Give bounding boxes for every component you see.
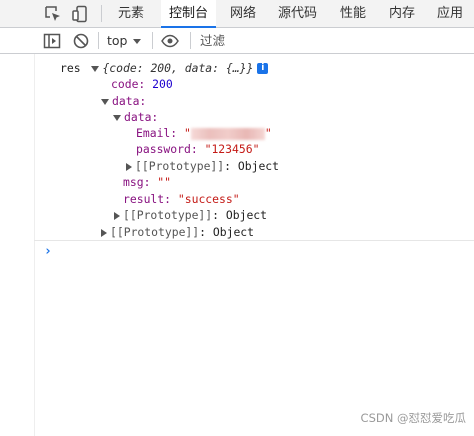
tab-application[interactable]: 应用 bbox=[437, 0, 463, 27]
prototype-label: [[Prototype]] bbox=[110, 225, 200, 239]
watermark: CSDN @怼怼爱吃瓜 bbox=[360, 411, 466, 425]
string-quote: " bbox=[264, 126, 272, 140]
prototype-label: [[Prototype]] bbox=[135, 159, 225, 173]
property-data[interactable]: data: bbox=[101, 93, 146, 109]
clear-console-icon[interactable] bbox=[72, 32, 90, 50]
property-key: code: bbox=[111, 77, 146, 91]
tab-elements[interactable]: 元素 bbox=[118, 0, 144, 27]
property-key: data: bbox=[112, 94, 147, 108]
console-prompt[interactable]: › bbox=[44, 244, 52, 259]
toolbar-separator bbox=[190, 32, 191, 49]
info-icon[interactable]: i bbox=[257, 63, 269, 74]
toolbar-separator bbox=[98, 32, 99, 49]
chevron-down-icon[interactable] bbox=[133, 39, 141, 44]
object-summary: {code: 200, data: {…}} bbox=[102, 61, 254, 75]
property-value: 200 bbox=[152, 77, 173, 91]
property-value: "success" bbox=[177, 192, 240, 206]
live-expression-eye-icon[interactable] bbox=[161, 32, 179, 50]
property-email: Email: " " bbox=[136, 125, 272, 141]
devtools-tabbar: 元素 控制台 网络 源代码 性能 内存 应用 bbox=[0, 0, 474, 28]
property-key: Email: bbox=[136, 126, 178, 140]
tab-memory[interactable]: 内存 bbox=[389, 0, 415, 27]
toolbar-separator bbox=[101, 5, 102, 22]
tab-sources[interactable]: 源代码 bbox=[278, 0, 317, 27]
prototype-row[interactable]: [[Prototype]]: Object bbox=[101, 224, 254, 240]
filter-input[interactable]: 过滤 bbox=[200, 32, 225, 49]
tab-console[interactable]: 控制台 bbox=[161, 0, 217, 28]
expand-arrow-icon[interactable] bbox=[114, 211, 120, 220]
expand-arrow-icon[interactable] bbox=[126, 162, 132, 171]
property-key: password: bbox=[136, 142, 198, 156]
expand-arrow-icon[interactable] bbox=[101, 228, 107, 237]
string-quote: " bbox=[184, 126, 191, 140]
property-result: result: "success" bbox=[123, 191, 240, 207]
property-key: result: bbox=[123, 192, 172, 206]
prototype-value: : Object bbox=[224, 159, 280, 173]
prototype-label: [[Prototype]] bbox=[123, 208, 213, 222]
property-value: "" bbox=[157, 175, 172, 189]
console-toolbar: top 过滤 bbox=[0, 28, 474, 54]
prototype-row[interactable]: [[Prototype]]: Object bbox=[114, 207, 267, 223]
redacted-email bbox=[190, 127, 265, 140]
expand-arrow-icon[interactable] bbox=[91, 65, 100, 72]
prototype-value: : Object bbox=[212, 208, 268, 222]
prototype-row[interactable]: [[Prototype]]: Object bbox=[126, 158, 279, 174]
tab-performance[interactable]: 性能 bbox=[340, 0, 366, 27]
sidebar-toggle-icon[interactable] bbox=[43, 32, 61, 50]
tab-network[interactable]: 网络 bbox=[230, 0, 256, 27]
property-key: msg: bbox=[123, 175, 151, 189]
property-password: password: "123456" bbox=[136, 141, 259, 157]
variable-name: res bbox=[60, 61, 81, 75]
property-value: "123456" bbox=[204, 142, 260, 156]
console-gutter bbox=[34, 54, 35, 436]
property-key: data: bbox=[124, 110, 159, 124]
context-selector[interactable]: top bbox=[107, 32, 127, 49]
property-inner-data[interactable]: data: bbox=[113, 109, 158, 125]
expand-arrow-icon[interactable] bbox=[113, 114, 121, 121]
device-toolbar-icon[interactable] bbox=[71, 5, 89, 23]
property-msg: msg: "" bbox=[123, 174, 171, 190]
toolbar-separator bbox=[152, 32, 153, 49]
inspect-element-icon[interactable] bbox=[44, 5, 62, 23]
prototype-value: : Object bbox=[199, 225, 255, 239]
expand-arrow-icon[interactable] bbox=[101, 98, 109, 105]
property-code: code: 200 bbox=[111, 76, 173, 92]
console-divider bbox=[34, 240, 474, 241]
console-log-line[interactable]: res {code: 200, data: {…}} i bbox=[60, 60, 269, 76]
